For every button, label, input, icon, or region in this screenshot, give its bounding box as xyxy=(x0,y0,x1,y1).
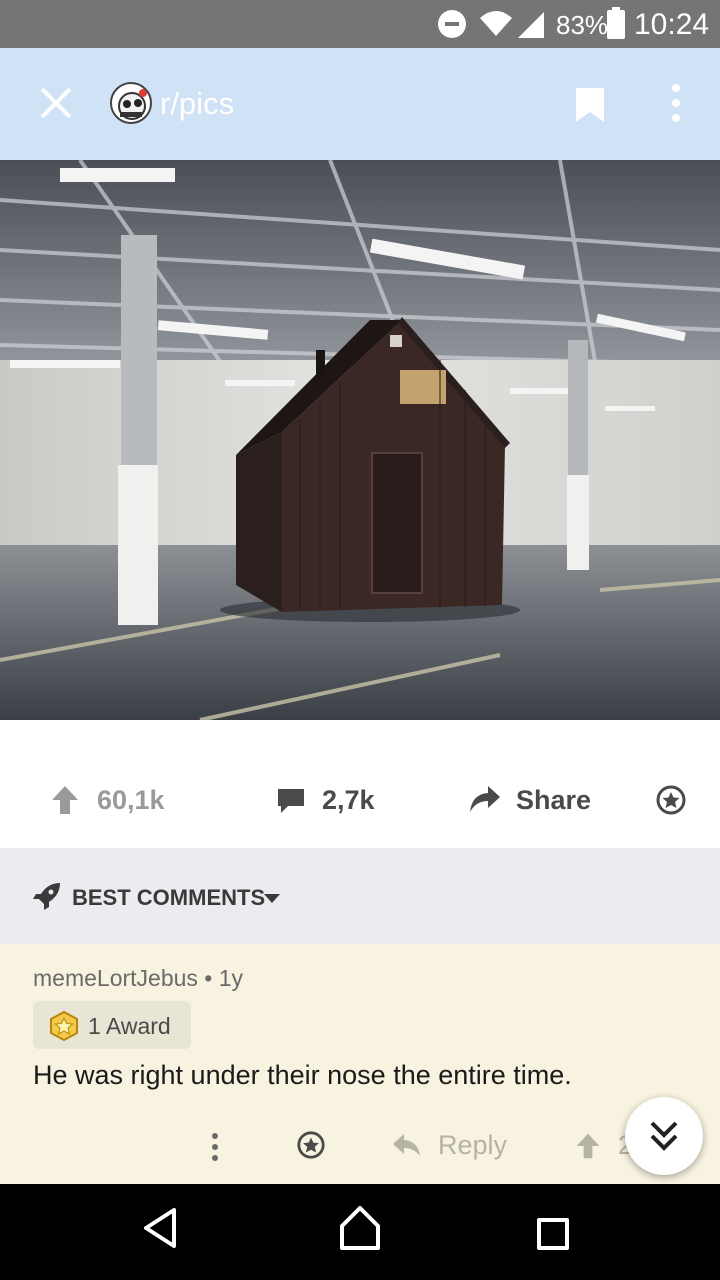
wifi-icon xyxy=(480,11,512,36)
comment-sort-bar[interactable]: BEST COMMENTS xyxy=(0,848,720,944)
award-icon[interactable] xyxy=(296,1130,326,1160)
do-not-disturb-icon xyxy=(438,10,466,38)
reply-icon[interactable] xyxy=(392,1132,422,1158)
upvote-icon[interactable] xyxy=(50,784,80,816)
chevron-down-icon[interactable] xyxy=(264,894,280,903)
award-count-label: 1 Award xyxy=(88,1013,171,1039)
comment-icon[interactable] xyxy=(276,786,306,816)
comment-body: He was right under their nose the entire… xyxy=(33,1060,572,1090)
more-vert-icon[interactable] xyxy=(210,1132,220,1162)
battery-percent: 83% xyxy=(556,10,609,40)
rocket-icon xyxy=(33,883,60,910)
signal-icon xyxy=(518,12,544,38)
subreddit-avatar[interactable] xyxy=(110,82,152,124)
comment-item: memeLortJebus • 1y 1 Award He was right … xyxy=(0,944,720,1184)
back-icon[interactable] xyxy=(140,1206,180,1250)
home-icon[interactable] xyxy=(338,1202,382,1254)
comment-count[interactable]: 2,7k xyxy=(322,785,375,816)
recent-apps-icon[interactable] xyxy=(537,1218,569,1250)
subreddit-name[interactable]: r/pics xyxy=(160,86,234,122)
double-chevron-down-icon xyxy=(650,1121,678,1151)
bookmark-icon[interactable] xyxy=(574,86,606,124)
more-vert-icon[interactable] xyxy=(660,82,692,124)
close-icon[interactable] xyxy=(36,83,76,123)
comment-meta[interactable]: memeLortJebus • 1y xyxy=(33,965,243,992)
award-icon[interactable] xyxy=(655,784,687,816)
award-badge[interactable]: 1 Award xyxy=(33,1001,191,1049)
share-button[interactable]: Share xyxy=(516,785,591,816)
app-bar: r/pics xyxy=(0,48,720,160)
reply-button[interactable]: Reply xyxy=(438,1130,507,1161)
post-actions: 60,1k 2,7k Share xyxy=(0,720,720,848)
clock: 10:24 xyxy=(634,8,710,41)
gold-award-icon xyxy=(50,1011,78,1041)
post-image[interactable] xyxy=(0,160,720,720)
upvote-count: 60,1k xyxy=(97,785,165,815)
sort-label[interactable]: BEST COMMENTS xyxy=(72,885,265,911)
status-bar: 83% 10:24 xyxy=(0,0,720,48)
system-nav-bar xyxy=(0,1184,720,1280)
next-comment-button[interactable] xyxy=(625,1097,703,1175)
share-icon[interactable] xyxy=(468,784,502,814)
battery-icon xyxy=(607,7,625,39)
upvote-icon[interactable] xyxy=(574,1132,602,1160)
